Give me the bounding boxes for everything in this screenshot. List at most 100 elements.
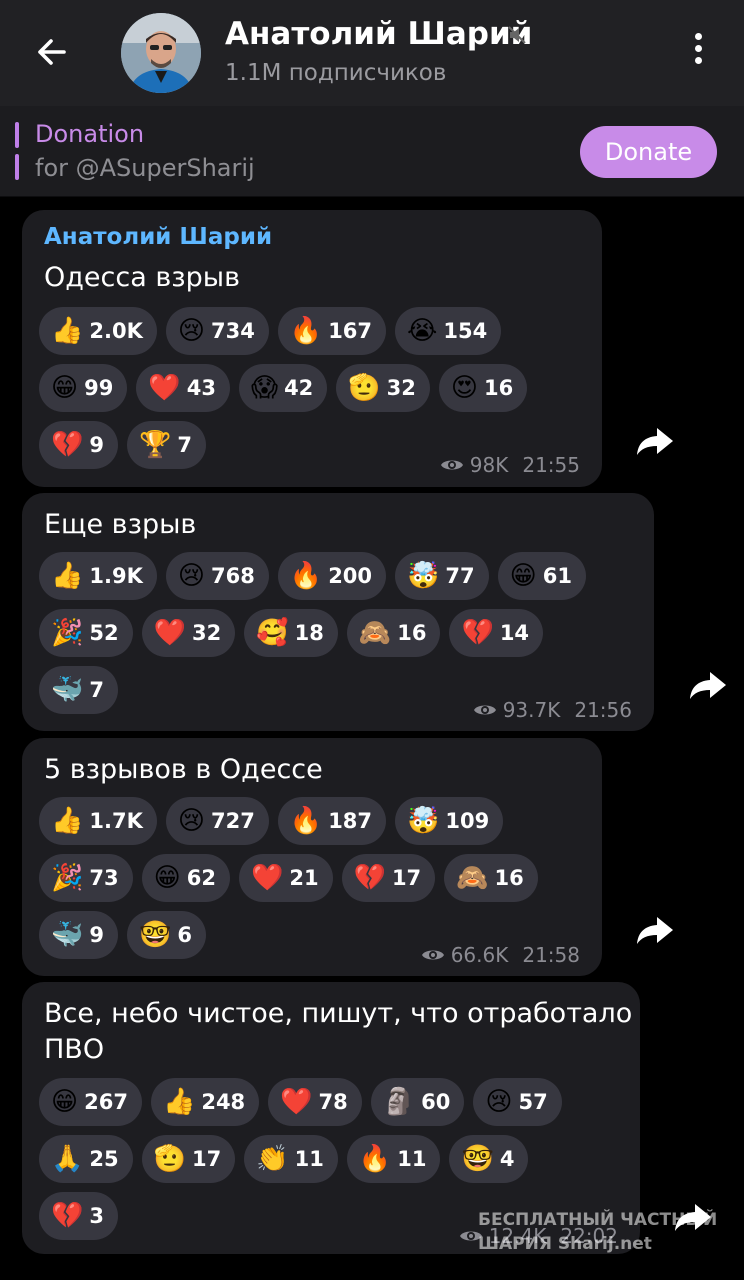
reaction-count: 18: [294, 621, 324, 645]
reaction-chip[interactable]: 👍 1.9K: [39, 552, 157, 600]
reaction-chip[interactable]: 😢 57: [473, 1078, 562, 1126]
reaction-chip[interactable]: 😱 42: [238, 364, 328, 412]
reaction-chip[interactable]: 🫡 17: [141, 1135, 236, 1183]
reaction-chip[interactable]: 😁 61: [497, 552, 586, 600]
reaction-chip[interactable]: 🔥 200: [277, 552, 387, 600]
reaction-count: 43: [186, 376, 216, 400]
reaction-emoji-icon: 😭: [407, 316, 438, 346]
reaction-emoji-icon: 👏: [256, 1144, 289, 1174]
reaction-count: 16: [484, 376, 514, 400]
reaction-chip[interactable]: 😢 727: [165, 797, 269, 845]
reaction-count: 267: [84, 1090, 128, 1114]
reaction-chip[interactable]: 🐳 7: [39, 666, 118, 714]
reaction-emoji-icon: 🔥: [358, 1144, 392, 1174]
message-text: Все, небо чистое, пишут, что отработало …: [44, 998, 633, 1065]
message-sender[interactable]: Анатолий Шарий: [44, 224, 272, 250]
reaction-chip[interactable]: 💔 14: [449, 609, 544, 657]
reaction-count: 77: [445, 564, 475, 588]
reaction-chip[interactable]: 👏 11: [244, 1135, 338, 1183]
reaction-chip[interactable]: 🏆 7: [127, 421, 206, 469]
reaction-chip[interactable]: ❤️ 78: [268, 1078, 362, 1126]
share-icon[interactable]: [635, 913, 675, 947]
reaction-chip[interactable]: 🫡 32: [336, 364, 430, 412]
reaction-chip[interactable]: ❤️ 21: [238, 854, 333, 902]
reaction-count: 768: [210, 564, 255, 588]
reaction-row: 👍 1.7K 😢 727 🔥 187 🤯 109: [39, 797, 547, 845]
reaction-emoji-icon: 💔: [51, 430, 84, 460]
reaction-emoji-icon: 🔥: [289, 316, 323, 346]
channel-title[interactable]: Анатолий Шарий: [225, 16, 532, 52]
reaction-emoji-icon: ❤️: [148, 373, 181, 403]
reaction-chip[interactable]: ❤️ 32: [141, 609, 236, 657]
reaction-emoji-icon: 🐳: [51, 675, 84, 705]
reaction-emoji-icon: 😍: [450, 373, 479, 403]
reaction-chip[interactable]: 🔥 11: [346, 1135, 441, 1183]
reaction-chip[interactable]: 👍 248: [150, 1078, 260, 1126]
share-icon[interactable]: [635, 424, 675, 458]
reaction-chip[interactable]: 🎉 73: [39, 854, 133, 902]
reaction-chip[interactable]: 😁 99: [39, 364, 128, 412]
view-count: 93.7K: [502, 698, 561, 722]
reaction-chip[interactable]: 👍 1.7K: [39, 797, 157, 845]
reaction-count: 78: [318, 1090, 348, 1114]
reaction-chip[interactable]: 🤓 6: [127, 911, 206, 959]
reaction-emoji-icon: 💔: [51, 1201, 84, 1231]
reaction-count: 60: [421, 1090, 451, 1114]
reaction-chip[interactable]: 💔 9: [39, 421, 118, 469]
channel-avatar[interactable]: [121, 13, 201, 93]
watermark-line: Sharij.net: [557, 1234, 652, 1254]
reaction-chip[interactable]: 🙏 25: [39, 1135, 133, 1183]
reaction-count: 17: [391, 866, 422, 890]
reaction-chip[interactable]: 🐳 9: [39, 911, 118, 959]
reaction-emoji-icon: ❤️: [280, 1087, 313, 1117]
message-time: 21:58: [522, 943, 580, 967]
reaction-chip[interactable]: 🤓 4: [449, 1135, 529, 1183]
reaction-chip[interactable]: 😢 734: [165, 307, 269, 355]
reaction-chip[interactable]: 😁 62: [141, 854, 230, 902]
reaction-emoji-icon: 😢: [177, 806, 205, 836]
message-bubble[interactable]: 5 взрывов в Одессе 👍 1.7K 😢 727 🔥 187 🤯 109 🎉 73 😁…: [22, 738, 602, 976]
message-bubble[interactable]: Еще взрыв 👍 1.9K 😢 768 🔥 200 🤯 77 😁 61 🎉 52 ❤️ 32 🥰 18 🙈…: [22, 493, 654, 731]
reaction-count: 21: [289, 866, 319, 890]
reaction-count: 167: [328, 319, 373, 343]
reaction-chip[interactable]: 😢 768: [165, 552, 269, 600]
reaction-chip[interactable]: 🥰 18: [244, 609, 338, 657]
reaction-count: 11: [294, 1147, 324, 1171]
reaction-count: 52: [89, 621, 119, 645]
message-text: Одесса взрыв: [44, 262, 240, 293]
reaction-count: 4: [499, 1147, 515, 1171]
watermark: БЕСПЛАТНЫЙ ЧАСТНЫЙ ШАРИЯ Sharij.net: [478, 1208, 717, 1256]
reaction-emoji-icon: 🫡: [153, 1144, 186, 1174]
reaction-count: 32: [191, 621, 222, 645]
back-arrow-icon[interactable]: [30, 30, 74, 74]
reaction-count: 187: [328, 809, 373, 833]
reaction-emoji-icon: 🤓: [139, 920, 172, 950]
share-icon[interactable]: [688, 668, 728, 702]
reaction-emoji-icon: 👍: [51, 561, 84, 591]
reaction-chip[interactable]: 🙈 16: [444, 854, 538, 902]
reaction-chip[interactable]: ❤️ 43: [136, 364, 230, 412]
message-bubble[interactable]: Анатолий Шарий Одесса взрыв 👍 2.0K 😢 734 🔥 16…: [22, 210, 602, 487]
donate-button[interactable]: Donate: [580, 126, 717, 178]
reaction-emoji-icon: 👍: [51, 316, 84, 346]
reaction-chip[interactable]: 😍 16: [438, 364, 528, 412]
more-options-icon[interactable]: [684, 33, 712, 73]
reaction-chip[interactable]: 🎉 52: [39, 609, 133, 657]
reaction-chip[interactable]: 😭 154: [395, 307, 502, 355]
reaction-chip[interactable]: 💔 3: [39, 1192, 118, 1240]
reaction-chip[interactable]: 💔 17: [341, 854, 436, 902]
reaction-chip[interactable]: 😁 267: [39, 1078, 142, 1126]
reaction-chip[interactable]: 👍 2.0K: [39, 307, 157, 355]
reaction-count: 7: [177, 433, 192, 457]
reaction-count: 32: [386, 376, 416, 400]
reaction-count: 734: [210, 319, 255, 343]
reaction-chip[interactable]: 🤯 109: [395, 797, 504, 845]
reaction-chip[interactable]: 🤯 77: [395, 552, 489, 600]
reaction-count: 73: [89, 866, 119, 890]
reaction-chip[interactable]: 🙈 16: [346, 609, 441, 657]
reaction-chip[interactable]: 🔥 187: [277, 797, 387, 845]
reaction-chip[interactable]: 🔥 167: [277, 307, 387, 355]
reaction-chip[interactable]: 🗿 60: [370, 1078, 465, 1126]
reaction-emoji-icon: 🗿: [382, 1087, 416, 1117]
reaction-emoji-icon: 🫡: [348, 373, 381, 403]
